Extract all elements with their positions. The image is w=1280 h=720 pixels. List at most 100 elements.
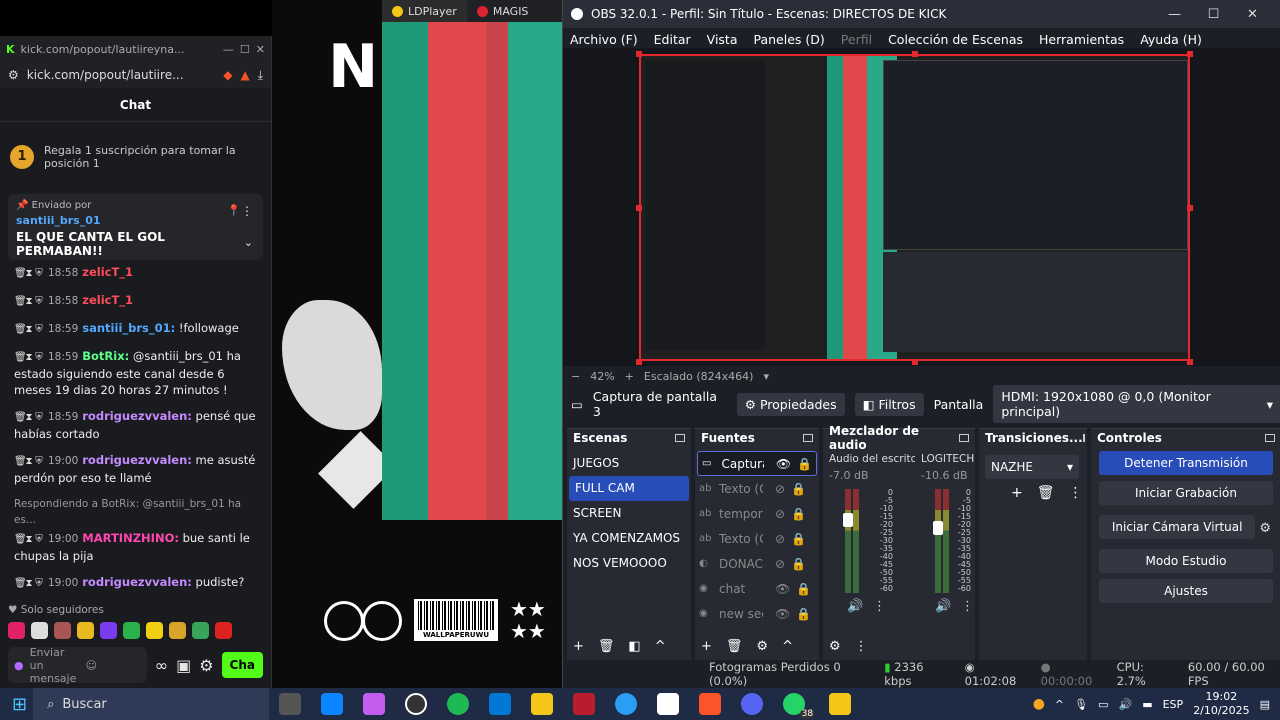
menu-item[interactable]: Editar [654,32,691,47]
eye-icon[interactable]: 👁 [775,607,790,621]
gear-icon[interactable]: ⚙ [1259,521,1271,536]
source-item[interactable]: ab Texto (G ⊘ 🔒 [695,476,819,501]
eye-icon[interactable]: 👁 [776,457,791,471]
brave-icon[interactable] [699,693,722,715]
emote[interactable] [100,622,117,639]
lock-icon[interactable]: 🔒 [796,607,811,621]
timeout-icon[interactable]: ⧗ [24,410,34,426]
rewards-icon[interactable]: ▲ [240,68,249,82]
close-button[interactable]: ✕ [256,43,265,56]
shield-icon[interactable]: ⛨ [34,322,44,338]
tab-magis[interactable]: MAGIS [467,0,539,22]
store-icon[interactable] [321,693,344,715]
lock-icon[interactable]: 🔒 [796,582,811,596]
app-icon[interactable] [573,693,596,715]
emote[interactable] [8,622,25,639]
timeout-icon[interactable]: ⧗ [24,266,34,282]
unpin-icon[interactable]: 📍 [227,204,241,217]
ldplayer-window[interactable]: LDPlayer MAGIS [382,0,572,520]
language-indicator[interactable]: ESP [1163,698,1184,711]
emote[interactable] [192,622,209,639]
taskbar-search[interactable]: ⌕ Buscar [33,688,270,720]
delete-icon[interactable]: 🗑 [14,532,27,548]
eye-off-icon[interactable]: ⊘ [775,532,785,546]
add-icon[interactable]: + [1011,485,1023,501]
start-button[interactable]: ⊞ [12,694,27,715]
source-item[interactable]: ab tempori ⊘ 🔒 [695,501,819,526]
properties-button[interactable]: ⚙ Propiedades [736,392,845,416]
timeout-icon[interactable]: ⧗ [24,576,34,592]
task-view-icon[interactable] [279,693,302,715]
emote[interactable] [146,622,163,639]
lock-icon[interactable]: 🔒 [797,457,812,471]
screen-select[interactable]: HDMI: 1920x1080 @ 0,0 (Monitor principal… [993,385,1280,423]
lock-icon[interactable]: 🔒 [791,482,806,496]
maximize-button[interactable]: ☐ [1194,7,1233,22]
trash-icon[interactable]: 🗑 [726,639,743,654]
zoom-out-button[interactable]: − [571,370,580,383]
timeout-icon[interactable]: ⧗ [24,322,34,338]
trash-icon[interactable]: 🗑 [598,639,615,654]
message-user[interactable]: BotRix: [82,349,129,363]
shield-icon[interactable]: ⛨ [34,350,44,366]
file-explorer-icon[interactable] [531,693,554,715]
store-icon[interactable]: ▣ [176,656,191,675]
undock-icon[interactable] [803,434,813,442]
message-user[interactable]: MARTINZHINO: [82,531,179,545]
selected-source-frame[interactable] [639,54,1190,361]
message-user[interactable]: rodriguezvvalen: [82,453,192,467]
timeout-icon[interactable]: ⧗ [24,454,34,470]
menu-item[interactable]: Vista [707,32,738,47]
message-user[interactable]: zelicT_1 [82,265,133,279]
shield-icon[interactable]: ⛨ [34,454,44,470]
source-item[interactable]: ◐ DONACI ⊘ 🔒 [695,551,819,576]
add-icon[interactable]: + [701,639,712,654]
filters-button[interactable]: ◧ Filtros [854,392,924,416]
more-icon[interactable]: ⋮ [961,599,974,614]
emote[interactable] [31,622,48,639]
source-item[interactable]: ◉ new seg 👁 🔒 [695,601,819,626]
mic-icon[interactable]: 🎙 [1074,698,1088,711]
chat-message[interactable]: 🗑⧗ ⛨ 18:59 rodriguezvvalen: pensé que había… [14,408,263,442]
menu-item[interactable]: Herramientas [1039,32,1124,47]
message-user[interactable]: rodriguezvvalen: [82,575,192,589]
preview-canvas[interactable] [563,48,1280,366]
menu-item[interactable]: Paneles (D) [754,32,825,47]
shield-icon[interactable]: ⛨ [34,266,44,282]
speaker-icon[interactable]: 🔊 [847,599,863,614]
tab-ldplayer[interactable]: LDPlayer [382,0,467,22]
discord-icon[interactable] [741,693,764,715]
eye-off-icon[interactable]: ⊘ [775,557,785,571]
clock[interactable]: 19:02 2/10/2025 [1193,690,1249,718]
outlook-icon[interactable] [489,693,512,715]
delete-icon[interactable]: 🗑 [14,266,27,282]
menu-item[interactable]: Archivo (F) [570,32,638,47]
scene-item[interactable]: SCREEN [567,501,691,526]
delete-icon[interactable]: 🗑 [14,410,27,426]
delete-icon[interactable]: 🗑 [14,576,27,592]
delete-icon[interactable]: 🗑 [14,294,27,310]
menu-item[interactable]: Colección de Escenas [888,32,1023,47]
scene-item[interactable]: YA COMENZAMOS [567,526,691,551]
undock-icon[interactable] [959,434,969,442]
message-user[interactable]: rodriguezvvalen: [82,409,192,423]
undock-icon[interactable] [1082,434,1085,442]
settings-icon[interactable]: ⚙ [199,656,213,675]
more-icon[interactable]: ⋮ [873,599,886,614]
stop-stream-button[interactable]: Detener Transmisión [1099,451,1273,475]
chat-message[interactable]: Respondiendo a BotRix: @santiii_brs_01 h… [14,496,263,564]
minimize-button[interactable]: — [1155,7,1194,22]
notification-app-icon[interactable]: ● [1033,696,1045,712]
site-settings-icon[interactable]: ⚙ [8,68,19,82]
download-icon[interactable]: ⤓ [258,68,263,83]
timeout-icon[interactable]: ⧗ [24,532,34,548]
emote[interactable] [215,622,232,639]
speaker-icon[interactable]: 🔊 [935,599,951,614]
shield-icon[interactable]: ⛨ [34,410,44,426]
lock-icon[interactable]: 🔒 [791,532,806,546]
settings-icon[interactable]: ⚙ [829,639,841,654]
capcut-icon[interactable] [657,693,680,715]
chevron-down-icon[interactable]: ⌄ [244,236,253,249]
eye-off-icon[interactable]: ⊘ [775,507,785,521]
undock-icon[interactable] [1265,434,1275,442]
